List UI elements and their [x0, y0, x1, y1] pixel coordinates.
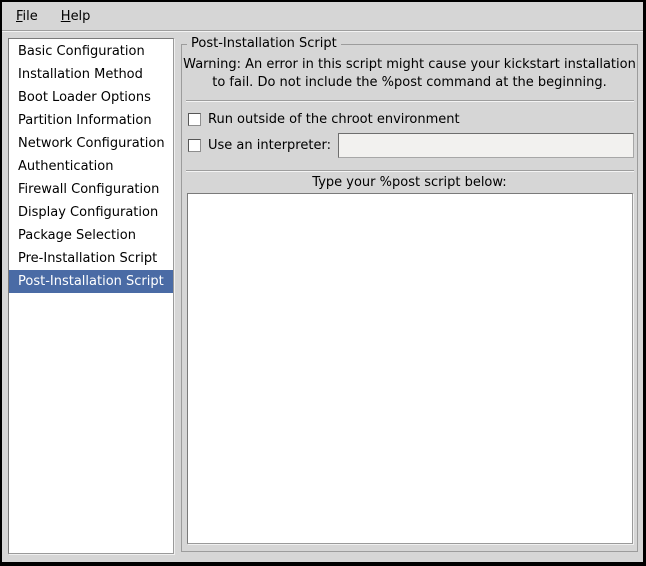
warning-line-1: Warning: An error in this script might c…: [182, 56, 637, 74]
sidebar-item[interactable]: Partition Information: [9, 109, 173, 132]
sidebar-item[interactable]: Firewall Configuration: [9, 178, 173, 201]
sidebar-item[interactable]: Basic Configuration: [9, 40, 173, 63]
sidebar-item[interactable]: Installation Method: [9, 63, 173, 86]
script-area-label: Type your %post script below:: [182, 175, 637, 191]
warning-text: Warning: An error in this script might c…: [182, 56, 637, 92]
separator: [186, 170, 634, 171]
sidebar-item[interactable]: Authentication: [9, 155, 173, 178]
menu-help-mnemonic: H: [61, 9, 71, 24]
chroot-checkbox[interactable]: [188, 113, 201, 126]
interpreter-checkbox-label: Use an interpreter:: [208, 138, 331, 153]
sidebar-item[interactable]: Post-Installation Script: [9, 270, 173, 293]
app-window-border: { "colors": { "window_bg": "#d6d6d6", "s…: [0, 0, 646, 566]
separator: [186, 100, 634, 101]
menubar: File Help: [2, 2, 643, 31]
warning-line-2: to fail. Do not include the %post comman…: [182, 74, 637, 92]
menu-help[interactable]: Help: [58, 7, 94, 26]
sidebar-item[interactable]: Display Configuration: [9, 201, 173, 224]
kickstart-configurator-window: File Help Basic Configuration Installati…: [2, 2, 643, 562]
chroot-checkbox-label: Run outside of the chroot environment: [208, 112, 460, 127]
frame-title: Post-Installation Script: [187, 36, 341, 51]
section-list: Basic Configuration Installation Method …: [8, 38, 174, 554]
post-script-textarea[interactable]: [187, 193, 633, 544]
post-installation-script-frame: Post-Installation Script Warning: An err…: [181, 44, 638, 552]
interpreter-input[interactable]: [338, 133, 634, 158]
sidebar-item[interactable]: Boot Loader Options: [9, 86, 173, 109]
sidebar-item[interactable]: Pre-Installation Script: [9, 247, 173, 270]
menu-file-label: ile: [23, 9, 38, 24]
interpreter-checkbox-row[interactable]: Use an interpreter:: [182, 132, 637, 158]
chroot-checkbox-row[interactable]: Run outside of the chroot environment: [182, 106, 637, 132]
menu-file[interactable]: File: [13, 7, 41, 26]
sidebar-item[interactable]: Network Configuration: [9, 132, 173, 155]
sidebar-item[interactable]: Package Selection: [9, 224, 173, 247]
interpreter-checkbox[interactable]: [188, 139, 201, 152]
menu-help-label: elp: [71, 9, 91, 24]
